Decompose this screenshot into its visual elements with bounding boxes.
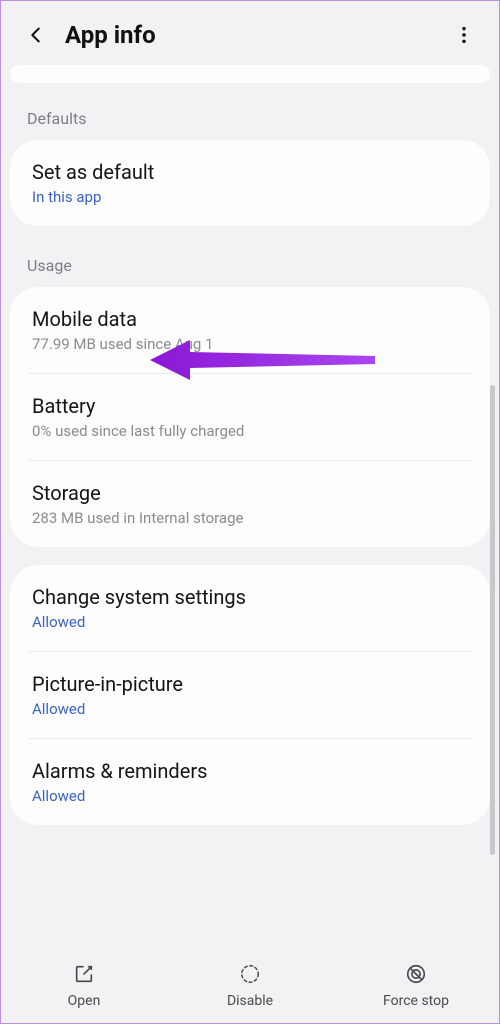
row-subtitle: In this app xyxy=(32,188,468,206)
row-title: Storage xyxy=(32,481,468,505)
page-title: App info xyxy=(65,21,451,49)
row-title: Change system settings xyxy=(32,585,468,609)
force-stop-label: Force stop xyxy=(383,993,449,1009)
header: App info xyxy=(1,1,499,65)
disable-button[interactable]: Disable xyxy=(190,961,310,1009)
row-title: Set as default xyxy=(32,160,468,184)
card-usage: Mobile data 77.99 MB used since Aug 1 Ba… xyxy=(10,287,490,547)
force-stop-button[interactable]: Force stop xyxy=(356,961,476,1009)
row-subtitle: Allowed xyxy=(32,700,468,718)
open-label: Open xyxy=(68,993,101,1009)
row-alarms-reminders[interactable]: Alarms & reminders Allowed xyxy=(10,739,490,825)
open-button[interactable]: Open xyxy=(24,961,144,1009)
force-stop-icon xyxy=(403,961,429,987)
card-defaults: Set as default In this app xyxy=(10,140,490,226)
open-icon xyxy=(71,961,97,987)
section-label-usage: Usage xyxy=(1,244,499,287)
row-title: Alarms & reminders xyxy=(32,759,468,783)
back-icon[interactable] xyxy=(23,22,49,48)
disable-icon xyxy=(237,961,263,987)
collapsed-card xyxy=(10,65,490,83)
card-special-access: Change system settings Allowed Picture-i… xyxy=(10,565,490,825)
row-storage[interactable]: Storage 283 MB used in Internal storage xyxy=(10,461,490,547)
row-subtitle: Allowed xyxy=(32,787,468,805)
row-picture-in-picture[interactable]: Picture-in-picture Allowed xyxy=(10,652,490,738)
row-title: Mobile data xyxy=(32,307,468,331)
app-info-screen: App info Defaults Set as default In this… xyxy=(0,0,500,1024)
row-title: Battery xyxy=(32,394,468,418)
disable-label: Disable xyxy=(227,993,273,1009)
more-icon[interactable] xyxy=(451,22,477,48)
row-change-system-settings[interactable]: Change system settings Allowed xyxy=(10,565,490,651)
scroll-indicator[interactable] xyxy=(490,385,495,855)
row-battery[interactable]: Battery 0% used since last fully charged xyxy=(10,374,490,460)
row-subtitle: 77.99 MB used since Aug 1 xyxy=(32,335,468,353)
content-area: Defaults Set as default In this app Usag… xyxy=(1,65,499,951)
row-subtitle: Allowed xyxy=(32,613,468,631)
row-set-as-default[interactable]: Set as default In this app xyxy=(10,140,490,226)
row-subtitle: 0% used since last fully charged xyxy=(32,422,468,440)
section-label-defaults: Defaults xyxy=(1,97,499,140)
row-subtitle: 283 MB used in Internal storage xyxy=(32,509,468,527)
row-mobile-data[interactable]: Mobile data 77.99 MB used since Aug 1 xyxy=(10,287,490,373)
bottom-bar: Open Disable Force stop xyxy=(1,951,499,1023)
row-title: Picture-in-picture xyxy=(32,672,468,696)
